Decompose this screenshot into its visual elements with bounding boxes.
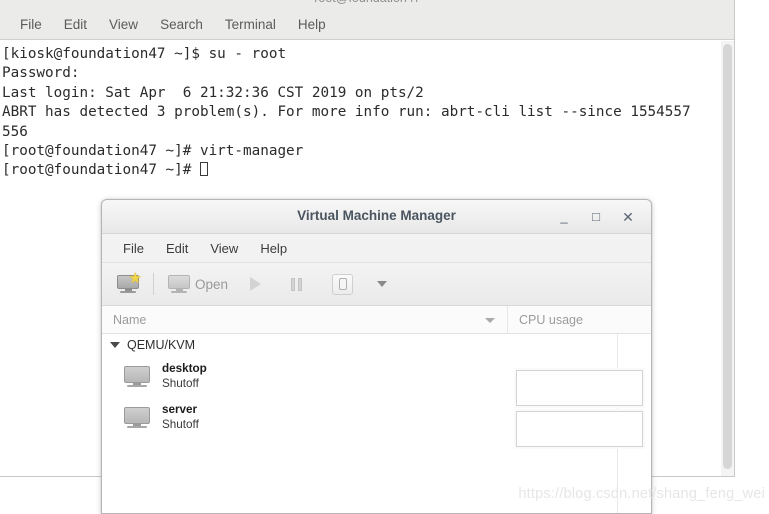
play-icon: [250, 277, 262, 291]
close-button[interactable]: ✕: [618, 207, 638, 227]
vmm-column-header-row: Name CPU usage: [102, 306, 651, 334]
terminal-line: 556: [2, 123, 28, 140]
sort-caret-down-icon: [485, 318, 495, 323]
vmm-toolbar: ★ Open: [102, 263, 651, 306]
terminal-prompt-text: [root@foundation47 ~]#: [2, 162, 200, 179]
vmm-menu-file[interactable]: File: [112, 235, 155, 262]
maximize-button[interactable]: □: [586, 207, 606, 227]
column-header-name-label: Name: [113, 312, 147, 327]
column-header-cpu-usage[interactable]: CPU usage: [508, 306, 651, 333]
virtual-machine-manager-window: Virtual Machine Manager _ □ ✕ File Edit …: [101, 199, 652, 514]
vm-name: desktop: [162, 362, 207, 375]
pause-icon: [291, 277, 303, 291]
terminal-menu-terminal[interactable]: Terminal: [214, 11, 287, 39]
vmm-menu-view[interactable]: View: [199, 235, 249, 262]
terminal-line: [root@foundation47 ~]# virt-manager: [2, 143, 304, 160]
chevron-down-icon: [377, 281, 388, 287]
connection-row-qemu-kvm[interactable]: QEMU/KVM: [102, 334, 651, 356]
new-virtual-machine-button[interactable]: ★: [111, 268, 145, 301]
vm-monitor-icon: [122, 362, 152, 392]
terminal-menu-help[interactable]: Help: [287, 11, 337, 39]
vmm-menubar: File Edit View Help: [102, 234, 651, 263]
terminal-titlebar[interactable]: root@foundation47: [0, 0, 734, 11]
cpu-usage-graph-desktop: [516, 370, 643, 406]
vm-state: Shutoff: [162, 418, 199, 431]
connection-label: QEMU/KVM: [127, 338, 196, 352]
vm-name: server: [162, 403, 198, 416]
new-vm-monitor-star-icon: ★: [117, 271, 142, 294]
cpu-usage-graph-server: [516, 411, 643, 447]
pause-button[interactable]: [285, 268, 308, 301]
terminal-menu-view[interactable]: View: [98, 11, 149, 39]
terminal-cursor: [199, 162, 209, 177]
vm-text-block: server Shutoff: [162, 402, 199, 433]
vm-state: Shutoff: [162, 377, 199, 390]
terminal-prompt-line: [root@foundation47 ~]#: [2, 161, 720, 180]
desktop-screen: root@foundation47 File Edit View Search …: [0, 0, 769, 514]
vmm-menu-edit[interactable]: Edit: [155, 235, 199, 262]
vm-monitor-icon: [122, 403, 152, 433]
terminal-line: Password:: [2, 65, 80, 82]
terminal-menu-search[interactable]: Search: [149, 11, 214, 39]
shutdown-options-dropdown[interactable]: [371, 268, 393, 301]
terminal-menu-file[interactable]: File: [9, 11, 53, 39]
open-button[interactable]: Open: [162, 268, 234, 301]
terminal-menu-edit[interactable]: Edit: [53, 11, 98, 39]
vmm-titlebar[interactable]: Virtual Machine Manager _ □ ✕: [102, 200, 651, 234]
terminal-line: ABRT has detected 3 problem(s). For more…: [2, 104, 691, 121]
terminal-menubar: File Edit View Search Terminal Help: [0, 11, 734, 40]
open-button-label: Open: [195, 276, 229, 292]
vm-text-block: desktop Shutoff: [162, 361, 207, 392]
terminal-title: root@foundation47: [0, 0, 734, 5]
vmm-menu-help[interactable]: Help: [249, 235, 298, 262]
minimize-button[interactable]: _: [554, 207, 574, 227]
shutdown-button[interactable]: [326, 268, 359, 301]
terminal-scrollbar-thumb[interactable]: [723, 44, 732, 469]
terminal-line: [kiosk@foundation47 ~]$ su - root: [2, 46, 287, 62]
star-icon: ★: [128, 269, 142, 287]
column-header-cpu-usage-label: CPU usage: [519, 312, 583, 327]
terminal-line: Last login: Sat Apr 6 21:32:36 CST 2019 …: [2, 84, 424, 101]
expander-caret-down-icon[interactable]: [110, 342, 120, 348]
column-header-name[interactable]: Name: [102, 306, 508, 333]
toolbar-separator: [153, 273, 154, 295]
run-button[interactable]: [244, 268, 267, 301]
shutdown-icon: [332, 273, 354, 295]
monitor-icon: [168, 274, 190, 294]
